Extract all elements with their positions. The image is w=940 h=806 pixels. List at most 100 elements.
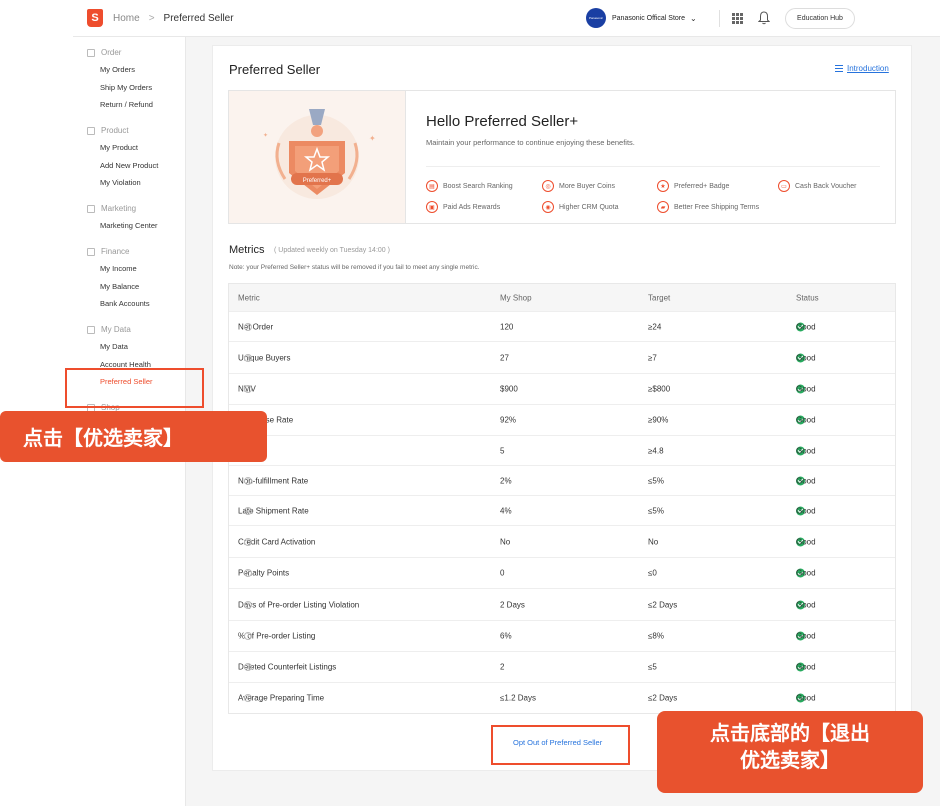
store-switcher[interactable]: Panasonic Panasonic Offical Store ⌄ [586, 8, 697, 28]
target-value: ≤0 [648, 568, 657, 578]
sidebar-item-my-violation[interactable]: My Violation [100, 178, 141, 187]
my-shop-value: 27 [500, 353, 509, 362]
crm-icon: ◉ [542, 201, 554, 213]
truck-icon: ▰ [657, 201, 669, 213]
breadcrumb-current: Preferred Seller [163, 12, 234, 24]
sidebar-item-my-orders[interactable]: My Orders [100, 65, 135, 74]
table-row: Unique Buyers? 27 ≥7 Good [229, 341, 895, 373]
help-icon[interactable]: ? [244, 506, 252, 515]
sidebar-section-my-data[interactable]: My Data [87, 325, 131, 334]
sidebar-section-product[interactable]: Product [87, 126, 129, 135]
education-hub-button[interactable]: Education Hub [785, 8, 855, 29]
breadcrumb-separator-icon: > [148, 12, 155, 24]
column-header: Target [648, 293, 671, 302]
highlight-box-opt-out [491, 725, 630, 765]
search-ranking-icon: ▤ [426, 180, 438, 192]
sidebar-item-bank-accounts[interactable]: Bank Accounts [100, 299, 150, 308]
table-row: Deleted Counterfeit Listings? 2 ≤5 Good [229, 651, 895, 682]
sidebar-item-marketing-center[interactable]: Marketing Center [100, 221, 158, 230]
table-row: Net Order? 120 ≥24 Good [229, 311, 895, 341]
my-shop-value: ≤1.2 Days [500, 693, 536, 703]
target-value: No [648, 537, 659, 546]
wallet-icon [87, 247, 95, 256]
hero-title: Hello Preferred Seller+ [426, 113, 579, 130]
my-shop-value: 5 [500, 446, 505, 455]
target-value: ≥4.8 [648, 446, 664, 455]
table-header: Metric My Shop Target Status [229, 284, 895, 311]
badge-icon: ★ [657, 180, 669, 192]
help-icon[interactable]: ? [244, 476, 252, 485]
metrics-table: Metric My Shop Target Status Net Order? 1… [228, 283, 896, 714]
help-icon[interactable]: ? [244, 632, 252, 640]
chart-icon [87, 325, 95, 334]
ads-icon: ▣ [426, 201, 438, 213]
target-value: ≥$800 [648, 384, 671, 394]
my-shop-value: 120 [500, 322, 514, 331]
table-row: Rating?5≥4.8Good [229, 435, 895, 465]
sidebar-section-marketing[interactable]: Marketing [87, 204, 136, 213]
help-icon[interactable]: ? [244, 537, 252, 546]
target-value: ≤5 [648, 662, 657, 672]
store-avatar: Panasonic [586, 8, 606, 28]
benefit-higher-crm-quota: ◉ Higher CRM Quota [542, 201, 619, 213]
help-icon[interactable]: ? [244, 322, 252, 331]
breadcrumb-home[interactable]: Home [113, 13, 140, 24]
help-icon[interactable]: ? [244, 663, 252, 671]
sidebar-item-add-new-product[interactable]: Add New Product [100, 161, 158, 170]
callout-click-opt-out: 点击底部的【退出 优选卖家】 [657, 711, 923, 793]
benefit-preferred-badge: ★ Preferred+ Badge [657, 180, 729, 192]
column-header: Metric [238, 293, 260, 302]
help-icon[interactable]: ? [244, 694, 252, 702]
target-value: ≤2 Days [648, 600, 678, 609]
badge-medal-icon: ✦ ✦ Preferred+ [263, 109, 376, 199]
highlight-box-preferred-seller [65, 368, 204, 408]
callout-line: 点击底部的【退出 [710, 723, 870, 745]
store-name: Panasonic Offical Store [612, 14, 686, 22]
target-value: ≥24 [648, 322, 662, 331]
preferred-seller-card: Preferred Seller Introduction ✦ ✦ Prefer… [212, 45, 912, 771]
sidebar-section-order[interactable]: Order [87, 48, 121, 57]
table-row: % of Pre-order Listing? 6% ≤8% Good [229, 620, 895, 651]
sidebar-section-finance[interactable]: Finance [87, 247, 129, 256]
my-shop-value: 92% [500, 415, 517, 425]
my-shop-value: 2 Days [500, 600, 525, 609]
table-row: Days of Pre-order Listing Violation? 2 Da… [229, 588, 895, 620]
sidebar-item-return-refund[interactable]: Return / Refund [100, 100, 153, 109]
target-value: ≤2 Days [648, 693, 678, 703]
sidebar-item-my-balance[interactable]: My Balance [100, 282, 139, 291]
divider [426, 166, 880, 167]
shopee-logo-icon[interactable]: S [87, 9, 103, 27]
apps-grid-icon[interactable] [732, 13, 743, 24]
callout-line: 优选卖家】 [740, 750, 840, 772]
divider [719, 10, 720, 27]
my-shop-value: $900 [500, 384, 518, 394]
my-shop-value: No [500, 537, 511, 546]
sidebar-item-my-product[interactable]: My Product [100, 143, 138, 152]
my-shop-value: 2 [500, 662, 505, 672]
benefit-more-buyer-coins: ◎ More Buyer Coins [542, 180, 615, 192]
bell-icon[interactable] [758, 11, 770, 25]
help-icon[interactable]: ? [244, 569, 252, 577]
help-icon[interactable]: ? [244, 385, 252, 393]
product-icon [87, 126, 95, 135]
help-icon[interactable]: ? [244, 600, 252, 609]
column-header: Status [796, 293, 819, 302]
hero-panel: ✦ ✦ Preferred+ Hello Preferred Seller+ M… [228, 90, 896, 224]
svg-text:✦: ✦ [263, 132, 268, 139]
page-title: Preferred Seller [229, 62, 321, 77]
metrics-title: Metrics [229, 244, 265, 256]
table-row: Credit Card Activation? No No Good [229, 525, 895, 557]
metrics-update-note: ( Updated weekly on Tuesday 14:00 ) [274, 247, 390, 254]
tag-icon [87, 204, 95, 213]
badge-label: Preferred+ [303, 178, 332, 184]
chevron-down-icon: ⌄ [690, 13, 697, 23]
target-value: ≥90% [648, 415, 669, 425]
table-row: NMV? $900 ≥$800 Good [229, 373, 895, 404]
sidebar-item-ship-my-orders[interactable]: Ship My Orders [100, 83, 152, 92]
sidebar-item-my-data[interactable]: My Data [100, 342, 128, 351]
help-icon[interactable]: ? [244, 353, 252, 362]
target-value: ≤5% [648, 506, 664, 515]
introduction-link[interactable]: Introduction [835, 64, 889, 73]
table-row: Average Preparing Time? ≤1.2 Days ≤2 Days G… [229, 682, 895, 713]
sidebar-item-my-income[interactable]: My Income [100, 264, 137, 273]
